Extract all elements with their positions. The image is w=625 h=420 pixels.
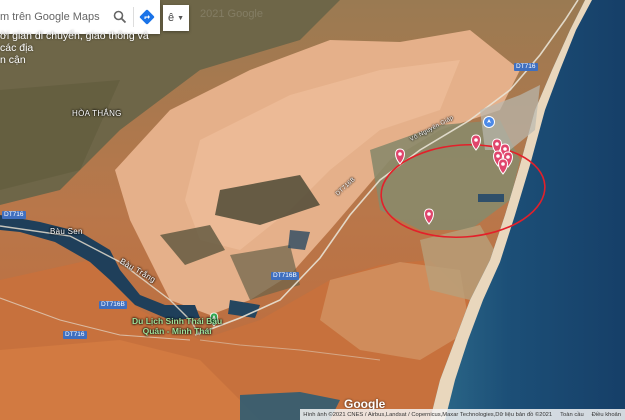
place-label-hoa-thang: HÒA THẮNG [72,109,122,118]
poi-label[interactable]: Du Lịch Sinh Thái Bàu Quân - Minh Thái [132,316,222,336]
attribution-bar: Hình ảnh ©2021 CNES / Airbus,Landsat / C… [300,409,625,420]
search-box[interactable]: m trên Google Maps [0,0,160,34]
place-label-bau-sen: Bàu Sen [50,227,83,236]
location-marker-icon [483,116,495,128]
road-shield-dt716b-mid: DT716B [271,272,299,280]
attribution-global-link[interactable]: Toàn cầu [560,412,584,418]
road-shield-dt716b-left: DT716B [99,301,127,309]
suggestion-line2: n cận [0,54,26,66]
directions-icon [139,9,155,25]
road-shield-dt716-left: DT716 [2,211,26,219]
directions-button[interactable] [134,0,160,34]
poi-label-line2: Quân - Minh Thái [142,326,212,336]
road-shield-dt716-top: DT716 [514,63,538,71]
side-toggle-label: ê [167,12,175,24]
road-shield-dt716-bottom: DT716 [63,331,87,339]
search-input[interactable]: m trên Google Maps [0,11,107,23]
chevron-down-icon: ▼ [177,14,185,22]
side-panel-toggle[interactable]: ê ▼ [163,5,189,31]
attribution-imagery: Hình ảnh ©2021 CNES / Airbus,Landsat / C… [303,411,553,418]
suggestion-line1: ời gian di chuyển, giao thông và các địa [0,30,149,54]
poi-label-line1: Du Lịch Sinh Thái Bàu [132,316,223,326]
attribution-terms-link[interactable]: Điều khoản [592,412,621,418]
search-suggestion[interactable]: ời gian di chuyển, giao thông và các địa… [0,30,160,66]
search-button[interactable] [107,0,133,34]
search-icon [113,10,127,24]
map-watermark: 2021 Google [200,8,263,20]
